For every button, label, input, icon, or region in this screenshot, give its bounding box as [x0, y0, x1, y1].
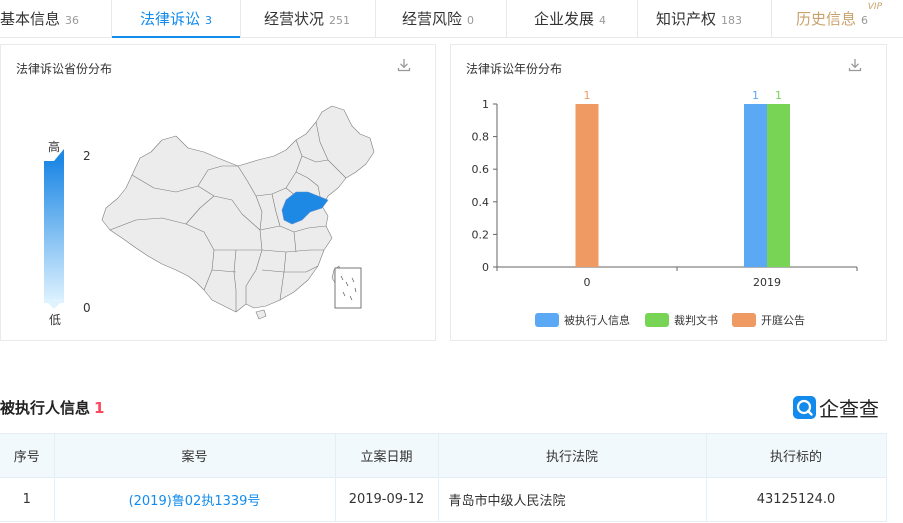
legend-label[interactable]: 开庭公告	[761, 313, 805, 327]
tab-label: 知识产权	[656, 10, 717, 28]
legend-label[interactable]: 裁判文书	[674, 313, 718, 327]
legend-swatch[interactable]	[535, 313, 559, 327]
scale-max-value: 2	[83, 149, 91, 163]
active-tab-indicator	[112, 36, 240, 38]
y-tick-label: 0.4	[472, 196, 490, 209]
tab-count: 251	[329, 14, 351, 27]
tab-enterprise-development[interactable]: 企业发展 4	[534, 0, 606, 38]
scale-low-label: 低	[49, 313, 62, 327]
legend-swatch[interactable]	[645, 313, 669, 327]
legend-swatch[interactable]	[732, 313, 756, 327]
tab-divider	[375, 0, 376, 38]
column-header-filing-date: 立案日期	[334, 433, 439, 478]
column-header-execution-amount: 执行标的	[705, 433, 887, 478]
tab-divider	[111, 0, 112, 38]
tab-operating-risk[interactable]: 经营风险 0	[402, 0, 474, 38]
x-tick-label: 0	[584, 276, 591, 289]
table-row: 1 (2019)鲁02执1339号 2019-09-12 青岛市中级人民法院 4…	[0, 477, 887, 522]
year-distribution-panel: 法律诉讼年份分布 0 0.2 0.4 0.6 0.8 1 0 1 2019 1 1 被执行人信息 裁判文…	[450, 44, 887, 341]
qichacha-logo-text: 企查查	[819, 396, 879, 421]
tab-divider	[506, 0, 507, 38]
bar-value-label: 1	[752, 89, 759, 102]
cell-execution-amount: 43125124.0	[705, 477, 887, 522]
y-tick-label: 0.8	[472, 131, 490, 144]
bar-value-label: 1	[775, 89, 782, 102]
tab-label: 法律诉讼	[140, 10, 201, 28]
scale-gradient-bar[interactable]	[44, 149, 66, 303]
china-map[interactable]	[96, 100, 386, 325]
tab-label: 经营状况	[264, 10, 325, 28]
table-header-row: 序号 案号 立案日期 执行法院 执行标的	[0, 433, 887, 478]
map-island-hainan	[255, 309, 267, 320]
section-title: 被执行人信息 1	[0, 397, 104, 418]
tab-count: 36	[65, 14, 80, 27]
download-icon[interactable]	[396, 57, 412, 73]
tab-divider	[637, 0, 638, 38]
map-south-china-sea-inset	[334, 267, 362, 309]
tab-count: 183	[721, 14, 743, 27]
panel-title: 法律诉讼省份分布	[16, 62, 113, 76]
tab-history-info[interactable]: 历史信息 6 VIP	[796, 0, 882, 38]
qichacha-logo: 企查查	[793, 394, 879, 421]
vip-badge: VIP	[867, 2, 883, 12]
bar-value-label: 1	[584, 89, 591, 102]
bar-裁判文书-2019[interactable]	[767, 104, 790, 267]
column-header-index: 序号	[0, 433, 55, 478]
bar-开庭公告-0[interactable]	[575, 104, 599, 267]
scale-min-value: 0	[83, 301, 91, 315]
section-count: 1	[94, 399, 105, 417]
tab-label: 基本信息	[0, 10, 61, 28]
province-distribution-panel: 法律诉讼省份分布 高 2 0 低	[0, 44, 436, 341]
tab-basic-info[interactable]: 基本信息 36	[0, 0, 79, 38]
x-tick-label: 2019	[753, 276, 781, 289]
y-tick-label: 0.6	[472, 163, 490, 176]
y-tick-label: 1	[482, 98, 489, 111]
tab-intellectual-property[interactable]: 知识产权 183	[656, 0, 742, 38]
tab-divider	[240, 0, 241, 38]
y-tick-label: 0	[482, 261, 489, 274]
bar-被执行人信息-2019[interactable]	[744, 104, 767, 267]
tab-label: 历史信息	[796, 10, 857, 28]
tab-count: 4	[599, 14, 607, 27]
column-header-court: 执行法院	[437, 433, 707, 478]
tab-divider	[771, 0, 772, 38]
y-tick-label: 0.2	[472, 228, 490, 241]
legend-label[interactable]: 被执行人信息	[564, 313, 630, 327]
tab-count: 3	[205, 14, 213, 27]
executed-person-table: 序号 案号 立案日期 执行法院 执行标的 1 (2019)鲁02执1339号 2…	[0, 433, 887, 522]
qichacha-logo-icon	[793, 395, 816, 419]
cell-index: 1	[0, 477, 55, 522]
tab-label: 经营风险	[402, 10, 463, 28]
cell-court: 青岛市中级人民法院	[437, 477, 707, 522]
cell-filing-date: 2019-09-12	[334, 477, 439, 522]
case-number-link[interactable]: (2019)鲁02执1339号	[53, 477, 336, 522]
column-header-case-number: 案号	[53, 433, 336, 478]
tab-count: 0	[467, 14, 475, 27]
tab-label: 企业发展	[534, 10, 595, 28]
section-title-text: 被执行人信息	[0, 399, 91, 417]
tab-operating-status[interactable]: 经营状况 251	[264, 0, 350, 38]
map-mainland	[101, 105, 375, 313]
tab-bar: 基本信息 36 法律诉讼 3 经营状况 251 经营风险 0 企业发展 4 知识产权 183…	[0, 0, 903, 38]
tab-legal-litigation[interactable]: 法律诉讼 3	[140, 0, 212, 38]
year-bar-chart[interactable]: 0 0.2 0.4 0.6 0.8 1 0 1 2019 1 1 被执行人信息 裁判文书 开庭公告	[451, 45, 886, 340]
